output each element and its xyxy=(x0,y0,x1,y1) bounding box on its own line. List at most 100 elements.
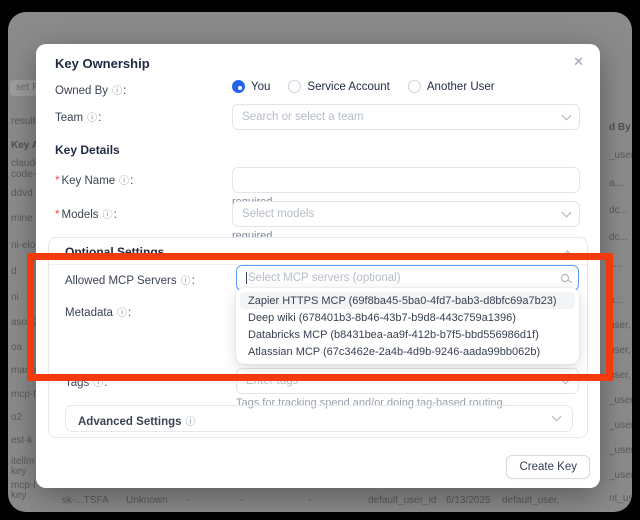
advanced-settings-collapse[interactable]: Advanced Settings ⓘ xyxy=(65,405,573,432)
info-icon: ⓘ xyxy=(103,206,113,221)
optional-settings-header[interactable]: Optional Settings xyxy=(49,238,587,265)
key-name-label-text: Key Name xyxy=(61,175,115,187)
label-colon: : xyxy=(123,85,126,97)
owned-by-radio-group: You Service Account Another User xyxy=(232,80,495,93)
label-colon: : xyxy=(128,307,131,319)
optional-settings-card: Optional Settings Allowed MCP Serversⓘ: … xyxy=(48,237,588,438)
label-colon: : xyxy=(130,175,133,187)
radio-another-user[interactable]: Another User xyxy=(408,80,495,93)
info-icon: ⓘ xyxy=(87,109,97,124)
bg-col-header-key-alias: Key A xyxy=(11,140,39,151)
bg-row-fragment: ni-elo xyxy=(11,240,35,251)
team-select-placeholder: Search or select a team xyxy=(242,111,563,123)
radio-you[interactable]: You xyxy=(232,80,270,93)
models-label: *Models ⓘ: xyxy=(55,206,117,221)
team-label-text: Team xyxy=(55,112,83,124)
modal-title: Key Ownership xyxy=(55,56,150,71)
optional-settings-title: Optional Settings xyxy=(65,245,164,259)
bg-row-fragment: user, xyxy=(609,345,632,356)
bg-row-fragment: manu xyxy=(11,365,36,376)
models-select[interactable]: Select models xyxy=(232,201,580,227)
bg-row-fragment: nt_user, xyxy=(609,493,632,504)
bg-row-fragment: _user, xyxy=(609,445,632,456)
mcp-option-databricks[interactable]: Databricks MCP (b8431bea-aa9f-412b-b7f5-… xyxy=(240,326,575,343)
chevron-down-icon xyxy=(562,111,572,121)
bg-row-fragment: mine xyxy=(11,213,33,224)
bg-results-fragment: result xyxy=(11,116,35,127)
models-label-text: Models xyxy=(61,209,98,221)
bg-cell-dash: - xyxy=(186,495,189,506)
chevron-down-icon xyxy=(552,412,562,422)
bg-row-fragment: _user, xyxy=(609,470,632,481)
key-name-input[interactable] xyxy=(232,167,580,193)
metadata-label: Metadataⓘ: xyxy=(65,304,131,319)
team-label: Team ⓘ: xyxy=(55,109,101,124)
bg-cell-dash: - xyxy=(308,495,311,506)
allowed-mcp-servers-label: Allowed MCP Serversⓘ: xyxy=(65,272,195,287)
owned-by-label-text: Owned By xyxy=(55,85,108,97)
info-icon: ⓘ xyxy=(112,82,122,97)
tags-label-text: Tags xyxy=(65,377,89,389)
bg-row-fragment: _user, xyxy=(609,150,632,161)
bg-row-fragment: o2 xyxy=(11,412,22,423)
bg-row-fragment: c... xyxy=(609,259,632,270)
mcp-option-zapier[interactable]: Zapier HTTPS MCP (69f8ba45-5ba0-4fd7-bab… xyxy=(240,292,575,309)
create-key-button[interactable]: Create Key xyxy=(506,455,590,479)
bg-row-fragment: ni xyxy=(11,292,19,303)
text-cursor xyxy=(246,272,247,284)
info-icon: ⓘ xyxy=(181,272,191,287)
bg-row-fragment: key xyxy=(11,466,27,477)
label-colon: : xyxy=(98,112,101,124)
required-asterisk: * xyxy=(55,175,59,187)
mcp-option-deep-wiki[interactable]: Deep wiki (678401b3-8b46-43b7-b9d8-443c7… xyxy=(240,309,575,326)
bg-row-fragment: _user, xyxy=(609,420,632,431)
bg-row-fragment: user, xyxy=(609,370,632,381)
bg-row-fragment: mcp-t xyxy=(11,389,36,400)
tags-label: Tags ⓘ: xyxy=(65,374,108,389)
bg-row-fragment: a... xyxy=(609,178,632,189)
required-asterisk: * xyxy=(55,209,59,221)
radio-another-user-label: Another User xyxy=(427,81,495,93)
close-icon[interactable]: ✕ xyxy=(573,54,584,70)
mcp-servers-placeholder: Select MCP servers (optional) xyxy=(248,272,561,284)
bg-row-fragment: d xyxy=(11,266,17,277)
bg-row-fragment: a... xyxy=(609,295,632,306)
radio-service-account[interactable]: Service Account xyxy=(288,80,389,93)
info-icon: ⓘ xyxy=(119,172,129,187)
bg-cell-dash: - xyxy=(240,495,243,506)
info-icon: ⓘ xyxy=(186,413,196,428)
bg-row-fragment: ason2 xyxy=(11,317,38,328)
info-icon: ⓘ xyxy=(93,374,103,389)
search-icon xyxy=(561,274,569,282)
bg-row-fragment: ddvd xyxy=(11,188,33,199)
radio-selected-icon xyxy=(232,80,245,93)
mcp-option-atlassian[interactable]: Atlassian MCP (67c3462e-2a4b-4d9b-9246-a… xyxy=(240,343,575,360)
mcp-servers-dropdown: Zapier HTTPS MCP (69f8ba45-5ba0-4fd7-bab… xyxy=(236,288,579,364)
owned-by-label: Owned By ⓘ: xyxy=(55,82,126,97)
radio-service-account-label: Service Account xyxy=(307,81,389,93)
bg-cell-created-by: default_user, xyxy=(502,495,559,506)
bg-row-fragment: dc... xyxy=(609,232,632,243)
bg-col-header-created-by: d By xyxy=(609,122,632,133)
bg-row-fragment: oa xyxy=(11,342,22,353)
radio-unselected-icon xyxy=(288,80,301,93)
tags-select[interactable]: Enter tags xyxy=(236,368,579,394)
bg-cell-user-id: default_user_id xyxy=(368,495,436,506)
label-colon: : xyxy=(114,209,117,221)
key-ownership-modal: Key Ownership ✕ Owned By ⓘ: You Service A… xyxy=(36,44,600,488)
radio-unselected-icon xyxy=(408,80,421,93)
bg-cell-unknown: Unknown xyxy=(126,495,168,506)
bg-row-fragment: dc... xyxy=(609,205,632,216)
team-select[interactable]: Search or select a team xyxy=(232,104,580,130)
key-details-section-title: Key Details xyxy=(55,143,120,157)
bg-row-fragment: code- xyxy=(11,169,36,180)
advanced-settings-title-text: Advanced Settings xyxy=(78,416,182,428)
key-name-label: *Key Name ⓘ: xyxy=(55,172,133,187)
chevron-down-icon xyxy=(562,208,572,218)
models-select-placeholder: Select models xyxy=(242,208,563,220)
chevron-down-icon xyxy=(561,375,571,385)
label-colon: : xyxy=(104,377,107,389)
bg-cell-secret-key: sk-...TSFA xyxy=(62,495,109,506)
advanced-settings-title: Advanced Settings ⓘ xyxy=(78,413,197,428)
bg-row-fragment: est-k xyxy=(11,435,33,446)
